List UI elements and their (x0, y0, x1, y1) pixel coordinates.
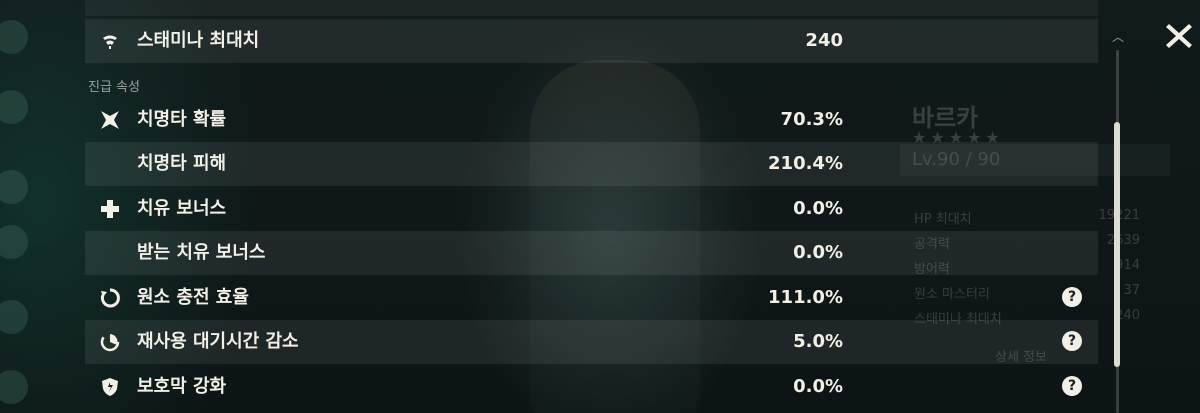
stat-label: 받는 치유 보너스 (137, 242, 266, 263)
stat-label: 스태미나 최대치 (137, 30, 260, 51)
healing-bonus-icon (100, 199, 120, 219)
help-icon[interactable]: ? (1062, 376, 1082, 396)
previous-row-partial (85, 0, 1098, 16)
character-attributes-screen: 바르카 ★★★★★ Lv.90 / 90 HP 최대치 19221 공격력 26… (0, 0, 1200, 413)
cd-reduction-icon (100, 332, 120, 352)
energy-recharge-icon (100, 288, 120, 308)
close-button[interactable] (1163, 20, 1195, 52)
background-element-icon (0, 370, 28, 404)
help-icon[interactable]: ? (1062, 331, 1082, 351)
stat-value: 5.0% (793, 331, 843, 352)
stat-row-energy-recharge: 원소 충전 효율 111.0% ? (85, 276, 1098, 320)
section-header-advanced: 진급 속성 (88, 80, 140, 95)
stat-label: 치유 보너스 (137, 198, 227, 219)
close-icon (1166, 24, 1192, 48)
scrollbar-thumb[interactable] (1114, 122, 1120, 367)
background-element-icon (0, 225, 28, 259)
stat-value: 0.0% (793, 198, 843, 219)
stat-label: 보호막 강화 (137, 376, 227, 397)
background-element-icon (0, 90, 28, 124)
stat-value: 0.0% (793, 376, 843, 397)
stat-label: 재사용 대기시간 감소 (137, 331, 299, 352)
stat-label: 치명타 피해 (137, 153, 227, 174)
stat-value: 240 (805, 30, 843, 51)
stat-value: 0.0% (793, 242, 843, 263)
crit-rate-icon (100, 110, 120, 130)
stat-row-cd-reduction: 재사용 대기시간 감소 5.0% ? (85, 320, 1098, 364)
stat-label: 치명타 확률 (137, 109, 227, 130)
background-element-icon (0, 170, 28, 204)
stat-row-crit-dmg: 치명타 피해 210.4% (85, 142, 1098, 186)
stat-value: 210.4% (768, 153, 843, 174)
stat-row-crit-rate: 치명타 확률 70.3% (85, 98, 1098, 142)
shield-strength-icon (100, 377, 120, 397)
scroll-up-icon[interactable]: ︿ (1112, 28, 1124, 45)
stat-row-healing-bonus: 치유 보너스 0.0% (85, 187, 1098, 231)
stat-label: 원소 충전 효율 (137, 287, 249, 308)
stat-value: 70.3% (780, 109, 843, 130)
stat-row-incoming-healing: 받는 치유 보너스 0.0% (85, 231, 1098, 275)
background-element-icon (0, 300, 28, 334)
bg-stat-value: 2639 (1106, 233, 1140, 248)
bg-stat-value: 37 (1123, 283, 1140, 298)
background-element-icon (0, 20, 28, 54)
help-icon[interactable]: ? (1062, 287, 1082, 307)
stat-row-shield-strength: 보호막 강화 0.0% ? (85, 365, 1098, 409)
stat-row-stamina: 스태미나 최대치 240 (85, 19, 1098, 63)
stat-value: 111.0% (768, 287, 843, 308)
stamina-icon (100, 31, 120, 51)
